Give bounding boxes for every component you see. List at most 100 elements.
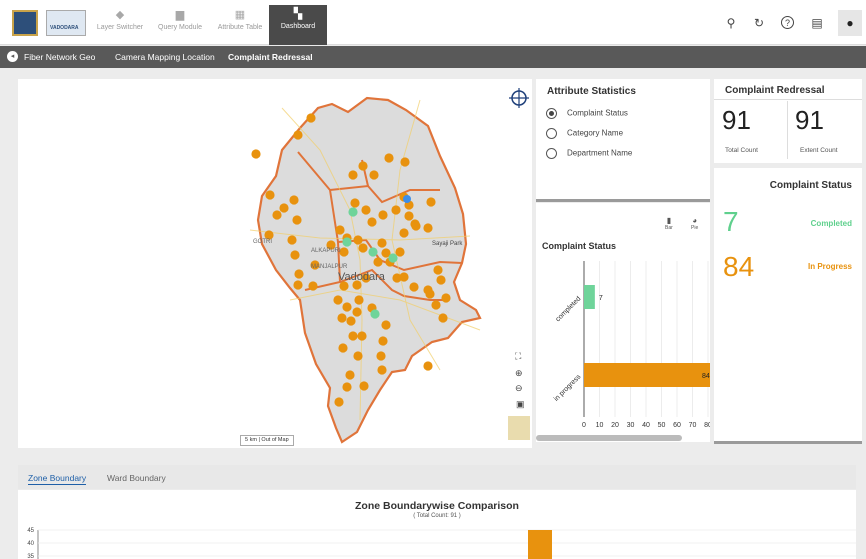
zoom-in-icon[interactable]: ⊕	[515, 368, 523, 379]
complaint-point-inprogress[interactable]	[376, 351, 386, 361]
fullscreen-icon[interactable]: ⛶	[515, 351, 521, 362]
complaint-point-inprogress[interactable]	[373, 257, 383, 267]
complaint-point-inprogress[interactable]	[425, 289, 435, 299]
complaint-point-inprogress[interactable]	[400, 157, 410, 167]
complaint-point-inprogress[interactable]	[348, 331, 358, 341]
complaint-point-completed[interactable]	[370, 309, 380, 319]
basemap-thumbnail[interactable]	[508, 416, 530, 440]
nav-dashboard[interactable]: ▚ Dashboard	[269, 5, 327, 45]
complaint-point-inprogress[interactable]	[339, 247, 349, 257]
complaint-point-inprogress[interactable]	[357, 331, 367, 341]
search-icon[interactable]: ⚲	[724, 16, 738, 30]
nav-layer-switcher[interactable]: ◆ Layer Switcher	[91, 6, 149, 44]
complaint-point-completed[interactable]	[342, 237, 352, 247]
complaint-point-completed[interactable]	[388, 253, 398, 263]
complaint-point-inprogress[interactable]	[350, 198, 360, 208]
complaint-point-inprogress[interactable]	[353, 235, 363, 245]
complaint-map[interactable]: GOTRI ALKAPURI MANJALPUR Sayaji Park Vad…	[18, 79, 532, 448]
complaint-point-inprogress[interactable]	[334, 397, 344, 407]
compass-icon[interactable]	[509, 88, 529, 108]
complaint-redressal-title: Complaint Redressal	[725, 85, 825, 96]
help-icon[interactable]: ?	[781, 16, 794, 29]
tab-zone-boundary[interactable]: Zone Boundary	[28, 473, 87, 485]
complaint-point-inprogress[interactable]	[436, 275, 446, 285]
inprogress-label: In Progress	[807, 262, 852, 271]
radio-department-name[interactable]: Department Name	[546, 148, 632, 159]
complaint-point-inprogress[interactable]	[335, 225, 345, 235]
complaint-point-inprogress[interactable]	[308, 281, 318, 291]
complaint-point-inprogress[interactable]	[293, 280, 303, 290]
complaint-point-inprogress[interactable]	[352, 307, 362, 317]
complaint-point-inprogress[interactable]	[346, 316, 356, 326]
bar-in-progress[interactable]	[584, 363, 710, 387]
complaint-point-inprogress[interactable]	[354, 295, 364, 305]
user-icon[interactable]: ●	[838, 10, 862, 36]
breadcrumb-complaint-redressal[interactable]: Complaint Redressal	[228, 52, 313, 62]
complaint-point-inprogress[interactable]	[272, 210, 282, 220]
complaint-point-inprogress[interactable]	[358, 161, 368, 171]
complaint-point-inprogress[interactable]	[399, 228, 409, 238]
complaint-point-inprogress[interactable]	[265, 190, 275, 200]
complaint-point-inprogress[interactable]	[423, 361, 433, 371]
complaint-point-inprogress[interactable]	[333, 295, 343, 305]
complaint-point-inprogress[interactable]	[378, 336, 388, 346]
complaint-point-inprogress[interactable]	[381, 320, 391, 330]
complaint-point-inprogress[interactable]	[290, 250, 300, 260]
refresh-icon[interactable]: ↻	[752, 16, 766, 30]
complaint-point-inprogress[interactable]	[289, 195, 299, 205]
complaint-point-inprogress[interactable]	[441, 293, 451, 303]
complaint-point-inprogress[interactable]	[348, 170, 358, 180]
complaint-point-inprogress[interactable]	[292, 215, 302, 225]
complaint-point-inprogress[interactable]	[345, 370, 355, 380]
city-boundary	[256, 96, 482, 444]
complaint-point-inprogress[interactable]	[431, 300, 441, 310]
complaint-point-inprogress[interactable]	[359, 381, 369, 391]
complaint-point-completed[interactable]	[348, 207, 358, 217]
complaint-point-inprogress[interactable]	[294, 269, 304, 279]
complaint-point-inprogress[interactable]	[342, 382, 352, 392]
complaint-point-inprogress[interactable]	[377, 238, 387, 248]
tab-ward-boundary[interactable]: Ward Boundary	[107, 473, 166, 483]
breadcrumb-camera-mapping[interactable]: Camera Mapping Location	[115, 52, 215, 62]
zoom-out-icon[interactable]: ⊖	[515, 383, 523, 394]
complaint-point-inprogress[interactable]	[361, 205, 371, 215]
complaint-point-inprogress[interactable]	[342, 302, 352, 312]
complaint-point-inprogress[interactable]	[404, 211, 414, 221]
complaint-point-inprogress[interactable]	[287, 235, 297, 245]
complaint-point-inprogress[interactable]	[391, 205, 401, 215]
breadcrumb-fiber-network[interactable]: Fiber Network Geo	[24, 52, 95, 62]
chat-icon: ▆	[175, 9, 185, 21]
complaint-point-inprogress[interactable]	[378, 210, 388, 220]
complaint-point-inprogress[interactable]	[338, 343, 348, 353]
map-panel[interactable]: GOTRI ALKAPURI MANJALPUR Sayaji Park Vad…	[18, 79, 532, 448]
complaint-point-inprogress[interactable]	[395, 247, 405, 257]
bar-completed[interactable]	[584, 285, 595, 309]
complaint-point-inprogress[interactable]	[410, 219, 420, 229]
complaint-point-inprogress[interactable]	[353, 351, 363, 361]
complaint-point-inprogress[interactable]	[438, 313, 448, 323]
complaint-point-inprogress[interactable]	[358, 243, 368, 253]
chart-scrollbar[interactable]	[536, 435, 682, 441]
radio-complaint-status[interactable]: Complaint Status	[546, 108, 628, 119]
complaint-point-inprogress[interactable]	[279, 203, 289, 213]
complaint-point-inprogress[interactable]	[377, 365, 387, 375]
complaint-point-inprogress[interactable]	[306, 113, 316, 123]
complaint-point-inprogress[interactable]	[293, 130, 303, 140]
zone-bar[interactable]	[528, 530, 552, 559]
map-view-icon[interactable]: ▣	[516, 399, 525, 410]
complaint-point-inprogress[interactable]	[369, 170, 379, 180]
complaint-point-completed[interactable]	[368, 247, 378, 257]
complaint-point-inprogress[interactable]	[337, 313, 347, 323]
complaint-point-inprogress[interactable]	[251, 149, 261, 159]
complaint-point-inprogress[interactable]	[409, 282, 419, 292]
complaint-point-inprogress[interactable]	[426, 197, 436, 207]
complaint-point-inprogress[interactable]	[423, 223, 433, 233]
complaint-point-inprogress[interactable]	[433, 265, 443, 275]
nav-attribute-table[interactable]: ▦ Attribute Table	[211, 6, 269, 44]
print-icon[interactable]: ▤	[810, 16, 824, 30]
complaint-point-inprogress[interactable]	[399, 272, 409, 282]
radio-category-name[interactable]: Category Name	[546, 128, 623, 139]
nav-query-module[interactable]: ▆ Query Module	[151, 6, 209, 44]
complaint-point-inprogress[interactable]	[367, 217, 377, 227]
complaint-point-inprogress[interactable]	[384, 153, 394, 163]
